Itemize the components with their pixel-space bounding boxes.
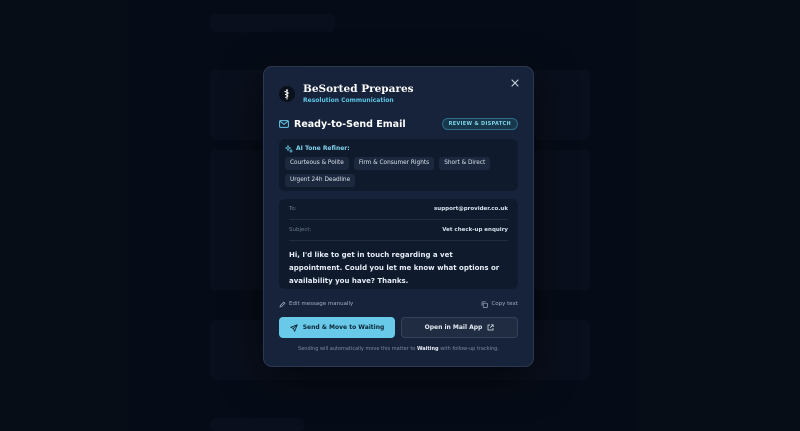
copy-icon — [482, 300, 489, 308]
send-button-label: Send & Move to Waiting — [302, 324, 385, 331]
pencil-icon — [279, 301, 286, 307]
modal-header: BeSorted Prepares Resolution Communicati… — [279, 81, 518, 107]
primary-actions: Send & Move to Waiting Open in Mail App — [279, 317, 518, 338]
brand-subtitle: Resolution Communication — [303, 97, 394, 104]
secondary-actions: Edit message manually Copy text — [279, 299, 518, 309]
tone-label-text: AI Tone Refiner: — [296, 145, 350, 152]
email-title: Ready-to-Send Email — [294, 118, 406, 130]
brand-title: BeSorted Prepares — [303, 83, 414, 95]
sparkle-icon — [285, 144, 293, 153]
to-value: support@provider.co.uk — [434, 206, 508, 212]
tone-chip-short[interactable]: Short & Direct — [439, 157, 491, 170]
tone-chip-urgent[interactable]: Urgent 24h Deadline — [285, 174, 356, 187]
status-badge: REVIEW & DISPATCH — [441, 118, 518, 130]
caduceus-icon — [284, 88, 289, 99]
footer-pre: Sending will automatically move this mat… — [298, 346, 417, 352]
edit-message-link[interactable]: Edit message manually — [279, 301, 353, 308]
footer-note: Sending will automatically move this mat… — [279, 346, 518, 352]
tone-chip-courteous[interactable]: Courteous & Polite — [285, 157, 349, 170]
tone-refiner-label: AI Tone Refiner: — [285, 144, 512, 153]
send-icon — [289, 323, 298, 332]
send-button[interactable]: Send & Move to Waiting — [279, 317, 395, 338]
brand-logo — [279, 86, 295, 102]
footer-post: with follow-up tracking. — [438, 346, 499, 352]
mail-icon — [279, 120, 289, 128]
open-mail-app-label: Open in Mail App — [424, 324, 483, 331]
footer-status: Waiting — [416, 346, 439, 352]
tone-refiner: AI Tone Refiner: Courteous & Polite Firm… — [279, 139, 518, 191]
email-preview: To: support@provider.co.uk Subject: Vet … — [279, 199, 518, 289]
tone-chip-firm[interactable]: Firm & Consumer Rights — [353, 157, 435, 170]
edit-message-label: Edit message manually — [289, 301, 354, 307]
tone-options: Courteous & Polite Firm & Consumer Right… — [285, 157, 512, 187]
close-button[interactable] — [508, 76, 522, 90]
email-modal: BeSorted Prepares Resolution Communicati… — [263, 66, 534, 367]
subject-row: Subject: Vet check-up enquiry — [289, 220, 508, 241]
subject-value: Vet check-up enquiry — [442, 227, 508, 233]
copy-text-label: Copy text — [491, 301, 518, 307]
open-mail-app-button[interactable]: Open in Mail App — [401, 317, 518, 338]
subject-label: Subject: — [289, 227, 312, 233]
copy-text-button[interactable]: Copy text — [481, 300, 518, 308]
email-title-row: Ready-to-Send Email REVIEW & DISPATCH — [279, 117, 518, 131]
external-link-icon — [487, 324, 494, 331]
email-body: Hi, I'd like to get in touch regarding a… — [289, 251, 500, 285]
close-icon — [511, 79, 519, 87]
to-row: To: support@provider.co.uk — [289, 199, 508, 220]
to-label: To: — [289, 206, 297, 212]
